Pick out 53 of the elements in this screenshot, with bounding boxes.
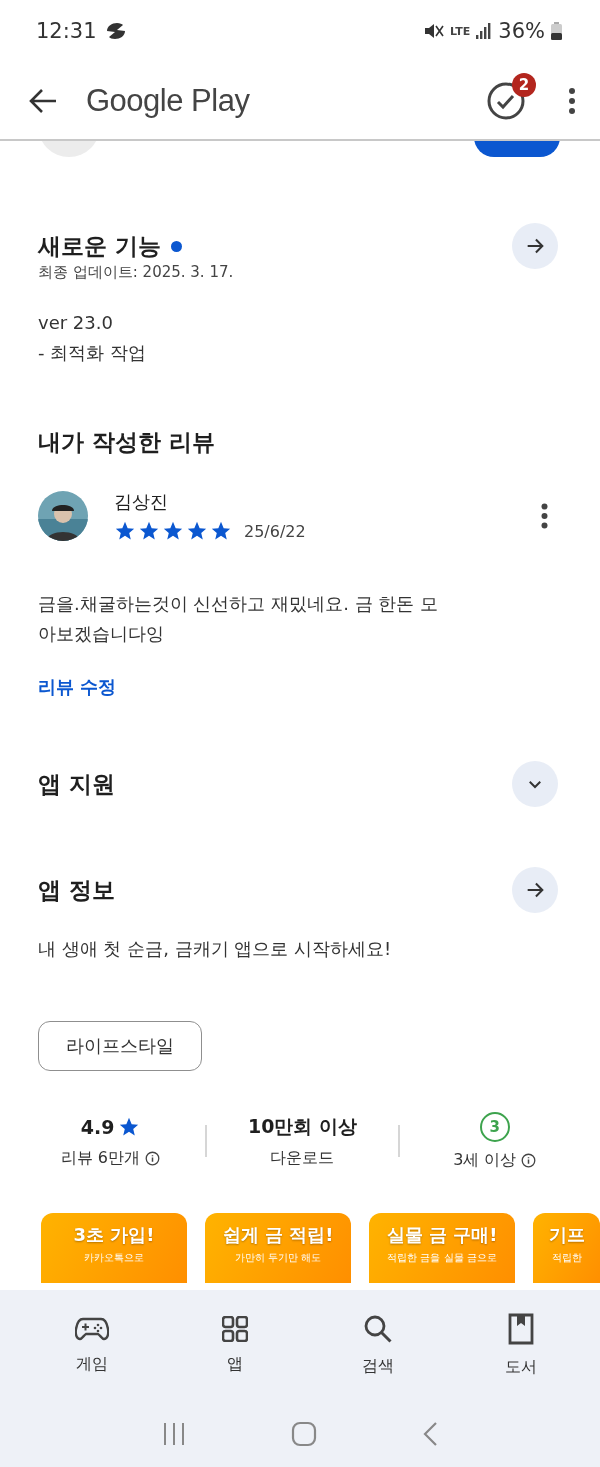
checklist-button[interactable] bbox=[486, 80, 526, 121]
more-options-button[interactable] bbox=[568, 86, 576, 115]
section-title: 새로운 기능 bbox=[38, 230, 182, 262]
star-icon bbox=[138, 520, 160, 542]
star-icon bbox=[114, 520, 136, 542]
battery-icon bbox=[551, 22, 562, 40]
battery-percent: 36% bbox=[498, 19, 545, 43]
back-button[interactable] bbox=[28, 87, 58, 114]
search-icon bbox=[362, 1313, 393, 1344]
rating-value: 4.9 bbox=[80, 1113, 140, 1140]
app-title: Google Play bbox=[86, 82, 250, 119]
edit-review-link[interactable]: 리뷰 수정 bbox=[38, 675, 556, 699]
category-chip[interactable]: 라이프스타일 bbox=[38, 1021, 202, 1071]
gamepad-icon bbox=[74, 1315, 109, 1342]
recent-apps-button[interactable] bbox=[162, 1421, 187, 1446]
avatar bbox=[38, 491, 88, 541]
review-text: 금을.채굴하는것이 신선하고 재밌네요. 금 한돈 모아보겠습니다잉 bbox=[38, 592, 440, 646]
nav-tab[interactable]: 앱 bbox=[163, 1290, 306, 1400]
star-icon bbox=[162, 520, 184, 542]
app-description: 내 생애 첫 순금, 금캐기 앱으로 시작하세요! bbox=[38, 937, 393, 961]
nav-tab[interactable]: 게임 bbox=[20, 1290, 163, 1400]
nav-tab[interactable]: 도서 bbox=[449, 1290, 592, 1400]
review-more-button[interactable] bbox=[541, 503, 548, 529]
mute-icon bbox=[424, 22, 445, 40]
info-icon bbox=[521, 1152, 537, 1168]
release-note: - 최적화 작업 bbox=[38, 341, 147, 365]
open-button[interactable] bbox=[512, 867, 558, 913]
section-title: 내가 작성한 리뷰 bbox=[38, 428, 216, 457]
notification-badge: 2 bbox=[512, 72, 536, 97]
stat-label: 다운로드 bbox=[270, 1147, 335, 1169]
nav-tab[interactable]: 검색 bbox=[306, 1290, 449, 1400]
update-date: 최종 업데이트: 2025. 3. 17. bbox=[38, 263, 235, 282]
release-note: ver 23.0 bbox=[38, 312, 114, 333]
new-dot bbox=[171, 240, 182, 252]
info-icon bbox=[144, 1150, 160, 1166]
section-title: 앱 정보 bbox=[38, 875, 115, 905]
review-date: 25/6/22 bbox=[244, 521, 306, 541]
system-back-button[interactable] bbox=[421, 1420, 438, 1447]
home-button[interactable] bbox=[291, 1420, 317, 1447]
open-button[interactable] bbox=[512, 223, 558, 269]
apps-grid-icon bbox=[221, 1315, 248, 1342]
stat-value: 10만회 이상 bbox=[247, 1113, 357, 1139]
signal-icon bbox=[476, 23, 493, 39]
stat-label: 리뷰 6만개 bbox=[60, 1147, 160, 1169]
stat-label: 3세 이상 bbox=[453, 1149, 537, 1171]
network-type: LTE bbox=[450, 24, 471, 38]
book-icon bbox=[507, 1312, 534, 1345]
status-time: 12:31 bbox=[36, 19, 97, 43]
age-rating-badge: 3 bbox=[479, 1111, 510, 1142]
star-icon bbox=[210, 520, 232, 542]
star-icon bbox=[186, 520, 208, 542]
reviewer-name: 김상진 bbox=[114, 490, 169, 514]
section-title: 앱 지원 bbox=[38, 769, 115, 799]
